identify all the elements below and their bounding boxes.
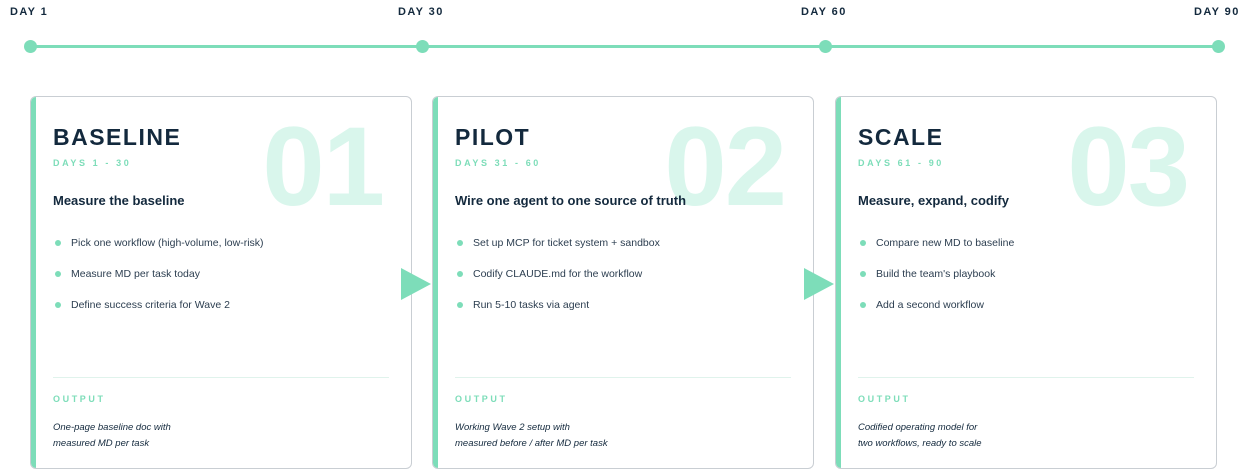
output-text: Working Wave 2 setup with measured befor… bbox=[455, 422, 608, 449]
output-label: OUTPUT bbox=[858, 394, 911, 404]
output-text: One-page baseline doc with measured MD p… bbox=[53, 422, 171, 449]
timeline-label-day-90: DAY 90 bbox=[1194, 6, 1240, 18]
phase-card-baseline: 01 BASELINE DAYS 1 - 30 Measure the base… bbox=[30, 96, 412, 469]
phase-number: 03 bbox=[1067, 104, 1190, 229]
bullet-icon bbox=[860, 302, 866, 308]
list-item: Run 5-10 tasks via agent bbox=[457, 299, 660, 330]
task-text: Compare new MD to baseline bbox=[876, 237, 1015, 249]
task-list: Pick one workflow (high-volume, low-risk… bbox=[55, 237, 264, 330]
bullet-icon bbox=[860, 240, 866, 246]
output-divider bbox=[455, 377, 791, 378]
phase-title: PILOT bbox=[455, 124, 531, 150]
card-accent-bar bbox=[31, 97, 36, 468]
card-accent-bar bbox=[433, 97, 438, 468]
task-text: Add a second workflow bbox=[876, 299, 984, 311]
arrow-right-icon bbox=[401, 268, 431, 300]
phase-headline: Measure the baseline bbox=[53, 193, 185, 208]
phase-card-pilot: 02 PILOT DAYS 31 - 60 Wire one agent to … bbox=[432, 96, 814, 469]
phase-headline: Wire one agent to one source of truth bbox=[455, 193, 687, 208]
list-item: Set up MCP for ticket system + sandbox bbox=[457, 237, 660, 268]
task-text: Codify CLAUDE.md for the workflow bbox=[473, 268, 643, 280]
timeline-label-day-30: DAY 30 bbox=[398, 6, 444, 18]
output-text: Codified operating model for two workflo… bbox=[858, 422, 982, 449]
bullet-icon bbox=[457, 302, 463, 308]
timeline-label-day-60: DAY 60 bbox=[801, 6, 847, 18]
phase-card-scale: 03 SCALE DAYS 61 - 90 Measure, expand, c… bbox=[835, 96, 1217, 469]
phase-title: BASELINE bbox=[53, 124, 182, 150]
list-item: Define success criteria for Wave 2 bbox=[55, 299, 264, 330]
arrow-right-icon bbox=[804, 268, 834, 300]
output-label: OUTPUT bbox=[455, 394, 508, 404]
task-text: Define success criteria for Wave 2 bbox=[71, 299, 230, 311]
phase-headline: Measure, expand, codify bbox=[858, 193, 1009, 208]
bullet-icon bbox=[55, 302, 61, 308]
output-divider bbox=[858, 377, 1194, 378]
task-text: Run 5-10 tasks via agent bbox=[473, 299, 590, 311]
phase-days: DAYS 61 - 90 bbox=[858, 158, 944, 168]
bullet-icon bbox=[457, 271, 463, 277]
bullet-icon bbox=[55, 271, 61, 277]
bullet-icon bbox=[55, 240, 61, 246]
timeline-dot-day-90 bbox=[1212, 40, 1225, 53]
list-item: Pick one workflow (high-volume, low-risk… bbox=[55, 237, 264, 268]
list-item: Measure MD per task today bbox=[55, 268, 264, 299]
timeline-line bbox=[30, 45, 1218, 48]
phase-days: DAYS 31 - 60 bbox=[455, 158, 541, 168]
task-list: Compare new MD to baseline Build the tea… bbox=[860, 237, 1014, 330]
list-item: Build the team's playbook bbox=[860, 268, 1014, 299]
task-text: Build the team's playbook bbox=[876, 268, 996, 280]
timeline-dot-day-60 bbox=[819, 40, 832, 53]
task-text: Pick one workflow (high-volume, low-risk… bbox=[71, 237, 264, 249]
output-label: OUTPUT bbox=[53, 394, 106, 404]
timeline-dot-day-1 bbox=[24, 40, 37, 53]
card-accent-bar bbox=[836, 97, 841, 468]
timeline-dot-day-30 bbox=[416, 40, 429, 53]
bullet-icon bbox=[860, 271, 866, 277]
phase-days: DAYS 1 - 30 bbox=[53, 158, 132, 168]
list-item: Add a second workflow bbox=[860, 299, 1014, 330]
task-list: Set up MCP for ticket system + sandbox C… bbox=[457, 237, 660, 330]
task-text: Measure MD per task today bbox=[71, 268, 200, 280]
output-divider bbox=[53, 377, 389, 378]
bullet-icon bbox=[457, 240, 463, 246]
list-item: Codify CLAUDE.md for the workflow bbox=[457, 268, 660, 299]
phase-number: 01 bbox=[262, 104, 385, 229]
list-item: Compare new MD to baseline bbox=[860, 237, 1014, 268]
task-text: Set up MCP for ticket system + sandbox bbox=[473, 237, 660, 249]
timeline-label-day-1: DAY 1 bbox=[10, 6, 49, 18]
phase-title: SCALE bbox=[858, 124, 944, 150]
